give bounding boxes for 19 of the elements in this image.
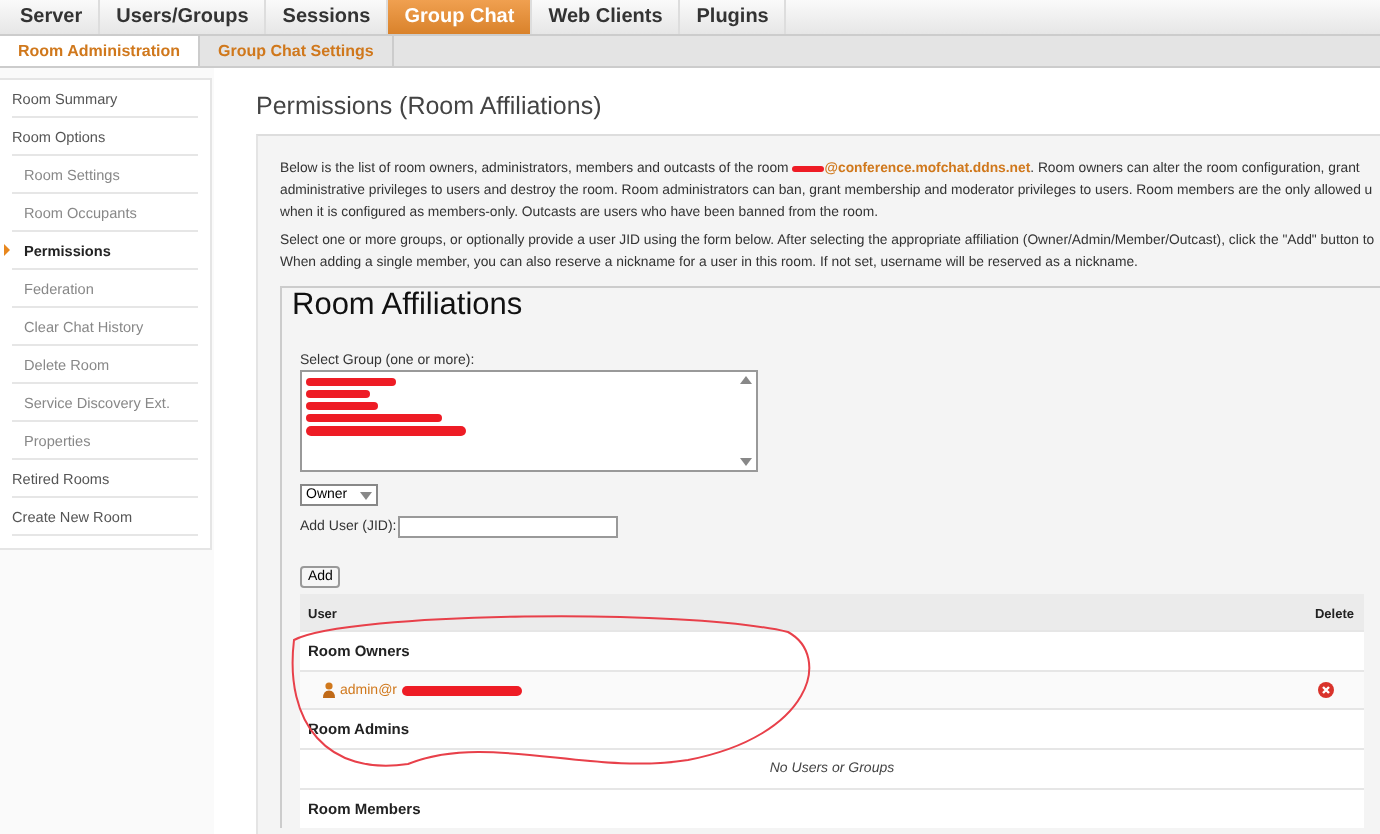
nav-tab[interactable]: Users/Groups (100, 0, 267, 34)
arrow-icon (4, 244, 10, 256)
page-title: Permissions (Room Affiliations) (256, 92, 604, 120)
redaction-mark (306, 390, 370, 398)
jid-input[interactable] (398, 516, 619, 538)
nav-tab[interactable]: Web Clients (532, 0, 681, 34)
scroll-up-icon[interactable] (740, 376, 752, 384)
delete-icon[interactable] (1318, 682, 1334, 698)
user-icon (322, 682, 336, 698)
redaction-mark (306, 414, 442, 422)
group-listbox[interactable] (300, 370, 758, 472)
redaction-mark (306, 402, 378, 410)
redaction-mark (306, 378, 396, 386)
scroll-down-icon[interactable] (740, 458, 752, 466)
redaction-mark (401, 685, 522, 695)
nav-tab[interactable]: Plugins (680, 0, 787, 34)
caret-icon (359, 491, 372, 499)
redaction-mark (792, 165, 825, 172)
nav-tab[interactable]: Server (4, 0, 101, 34)
